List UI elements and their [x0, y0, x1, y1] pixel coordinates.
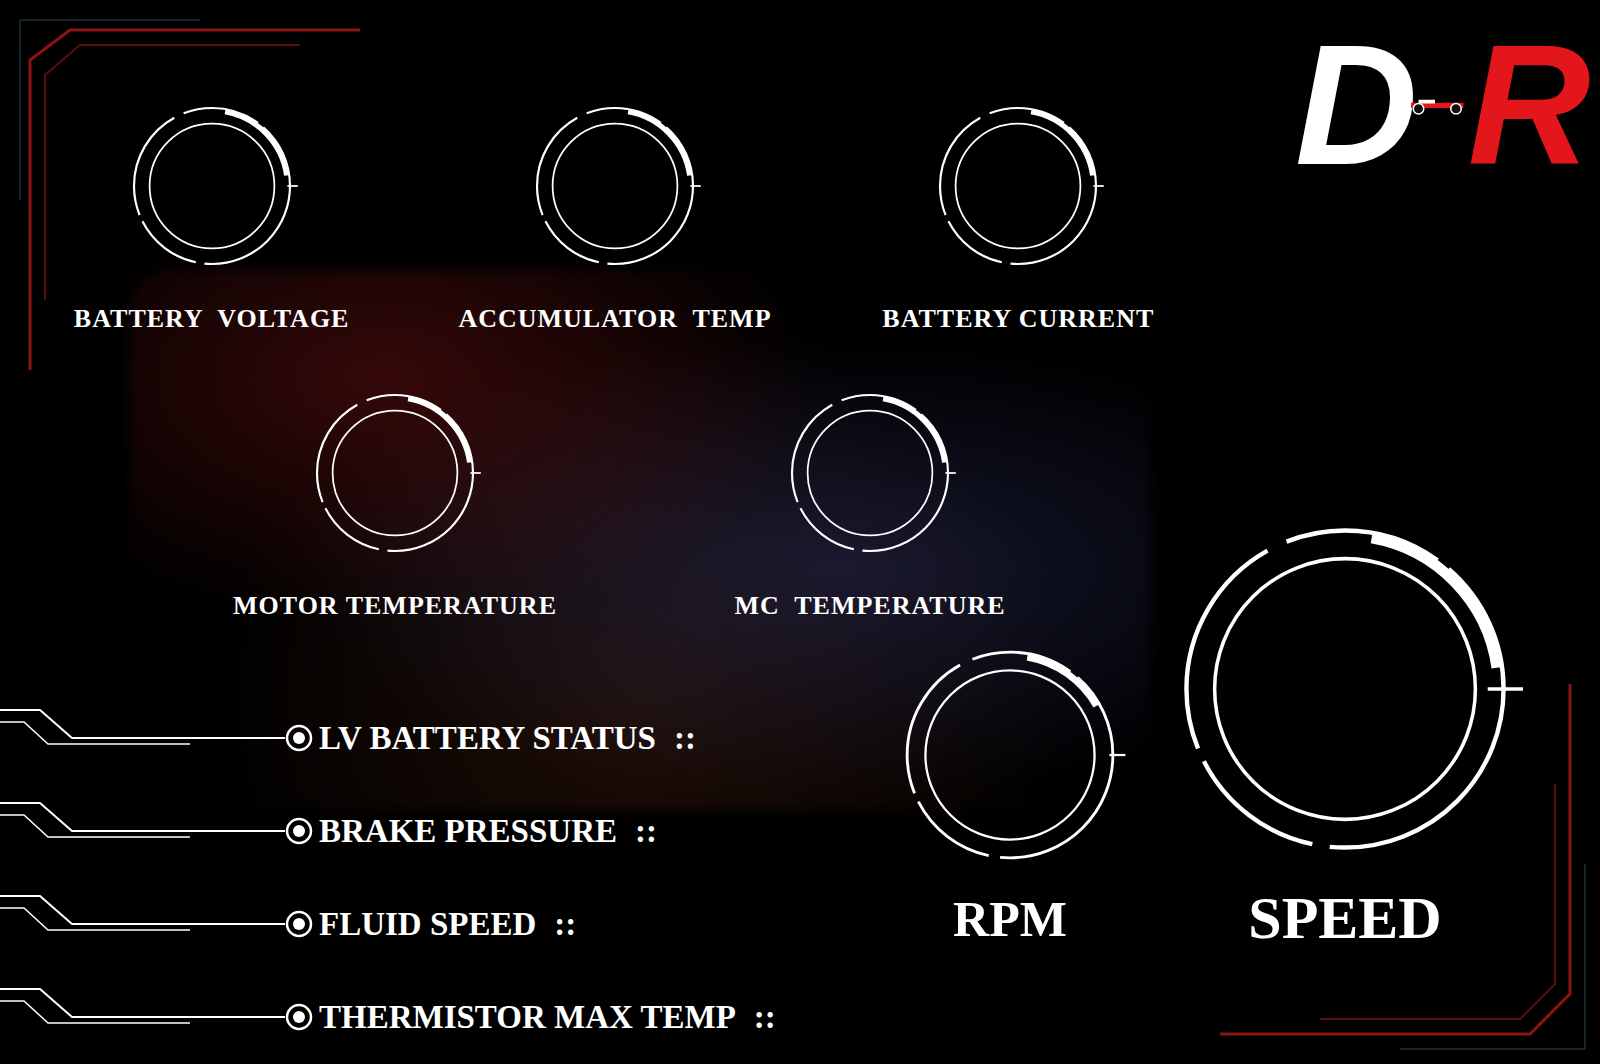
gauge-dial-icon — [524, 95, 706, 277]
gauge-label: BATTERY CURRENT — [882, 303, 1154, 334]
status-list: LV BATTERY STATUS::BRAKE PRESSURE::FLUID… — [0, 635, 880, 1064]
gauge: ACCUMULATOR TEMP — [433, 95, 796, 334]
bullet-icon — [285, 910, 313, 938]
race-car-icon — [1408, 93, 1468, 117]
bullet-icon — [285, 817, 313, 845]
status-item: LV BATTERY STATUS:: — [0, 713, 880, 763]
gauge-dial-icon — [121, 95, 303, 277]
gauge: BATTERY CURRENT — [837, 95, 1200, 334]
lead-line-icon — [0, 890, 285, 934]
gauge-dial-icon — [1160, 504, 1530, 874]
gauge: MC TEMPERATURE — [680, 382, 1060, 621]
status-separator: :: — [635, 813, 657, 850]
gauge-label: SPEED — [1248, 882, 1441, 954]
status-item: THERMISTOR MAX TEMP:: — [0, 992, 880, 1042]
mid-gauge-row: MOTOR TEMPERATURE MC TEMPERATURE — [0, 334, 1200, 621]
status-separator: :: — [554, 906, 576, 943]
lead-line-icon — [0, 704, 285, 748]
rpm-gauge: RPM — [880, 635, 1140, 1064]
gauge-dial-icon — [779, 382, 961, 564]
status-item: FLUID SPEED:: — [0, 899, 880, 949]
gauge: MOTOR TEMPERATURE — [205, 382, 585, 621]
gauge-dial-icon — [890, 635, 1130, 875]
gauge-dial-icon — [304, 382, 486, 564]
gauge-label: BATTERY VOLTAGE — [74, 303, 350, 334]
status-label: LV BATTERY STATUS — [319, 720, 656, 757]
status-label: BRAKE PRESSURE — [319, 813, 617, 850]
status-label: THERMISTOR MAX TEMP — [319, 999, 736, 1036]
lead-line-icon — [0, 983, 285, 1027]
logo-letter: R — [1468, 20, 1585, 190]
status-separator: :: — [674, 720, 696, 757]
bullet-icon — [285, 724, 313, 752]
top-gauge-row: BATTERY VOLTAGE ACCUMULATOR TEMP BATTERY C… — [0, 0, 1200, 334]
status-label: FLUID SPEED — [319, 906, 536, 943]
team-logo: DR — [1200, 0, 1600, 190]
gauge-label: MOTOR TEMPERATURE — [233, 590, 557, 621]
lower-section: LV BATTERY STATUS::BRAKE PRESSURE::FLUID… — [0, 621, 1200, 1064]
status-item: BRAKE PRESSURE:: — [0, 806, 880, 856]
bullet-icon — [285, 1003, 313, 1031]
logo-letter: D — [1295, 20, 1412, 190]
corner-decoration — [1200, 664, 1600, 1064]
gauge-label: MC TEMPERATURE — [734, 590, 1005, 621]
gauge-label: ACCUMULATOR TEMP — [458, 303, 771, 334]
gauge-dial-icon — [927, 95, 1109, 277]
gauge: BATTERY VOLTAGE — [30, 95, 393, 334]
gauge-label: RPM — [953, 889, 1067, 949]
speed-gauge: SPEED — [1160, 504, 1530, 1064]
status-separator: :: — [754, 999, 776, 1036]
dashboard-screen: BATTERY VOLTAGE ACCUMULATOR TEMP BATTERY C… — [0, 0, 1600, 1064]
lead-line-icon — [0, 797, 285, 841]
